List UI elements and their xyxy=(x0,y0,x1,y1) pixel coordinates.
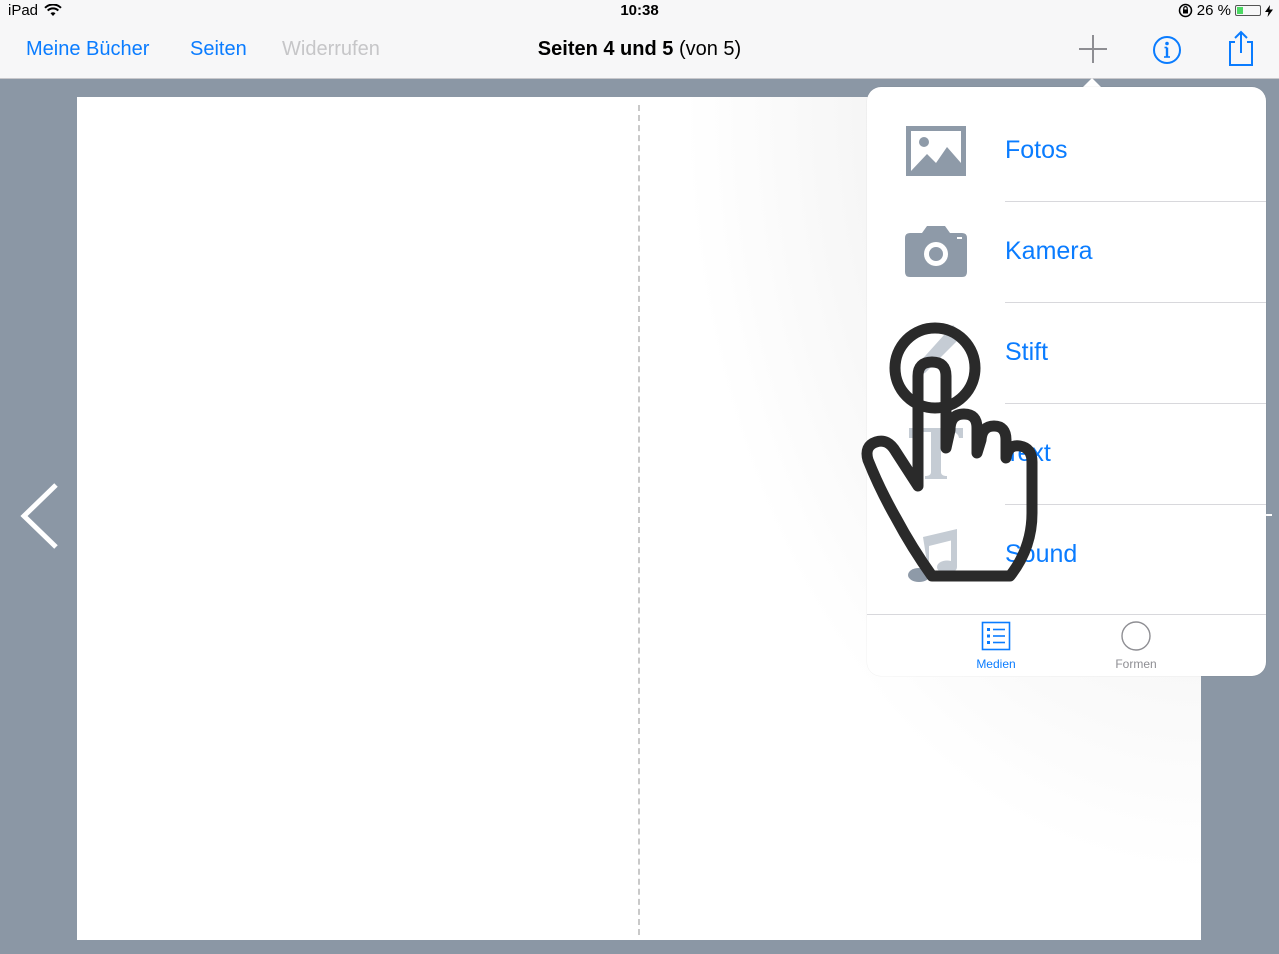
tab-shapes[interactable]: Formen xyxy=(1091,621,1181,671)
add-icon[interactable] xyxy=(1076,32,1110,66)
camera-icon xyxy=(905,226,967,277)
battery-icon xyxy=(1235,5,1261,16)
tab-shapes-label: Formen xyxy=(1115,657,1157,671)
menu-item-camera-label: Kamera xyxy=(1005,237,1093,265)
status-right: 26 % xyxy=(1178,2,1273,19)
page-title-main: Seiten 4 und 5 xyxy=(537,38,674,60)
photo-icon xyxy=(906,126,966,176)
menu-item-photos-label: Fotos xyxy=(1005,136,1068,164)
list-icon xyxy=(981,621,1011,651)
tab-media[interactable]: Medien xyxy=(951,621,1041,671)
tap-gesture-hand-icon xyxy=(861,322,1038,582)
menu-item-photos[interactable]: Fotos xyxy=(867,101,1266,202)
battery-percent: 26 % xyxy=(1196,2,1231,19)
page-title-count: (von 5) xyxy=(673,38,742,60)
rotation-lock-icon xyxy=(1178,3,1193,18)
page-divider xyxy=(638,105,640,935)
previous-page-chevron-icon[interactable] xyxy=(18,482,62,550)
circle-icon xyxy=(1121,621,1151,651)
menu-item-camera[interactable]: Kamera xyxy=(867,202,1266,303)
status-bar: iPad 10:38 26 % xyxy=(0,0,1279,22)
charging-icon xyxy=(1265,4,1273,17)
info-icon[interactable] xyxy=(1150,32,1184,66)
share-icon[interactable] xyxy=(1224,28,1258,68)
popover-tab-bar: Medien Formen xyxy=(867,614,1266,676)
tab-media-label: Medien xyxy=(976,657,1016,671)
status-time: 10:38 xyxy=(620,2,659,19)
navigation-bar: Meine Bücher Seiten Widerrufen Seiten 4 … xyxy=(0,22,1279,79)
